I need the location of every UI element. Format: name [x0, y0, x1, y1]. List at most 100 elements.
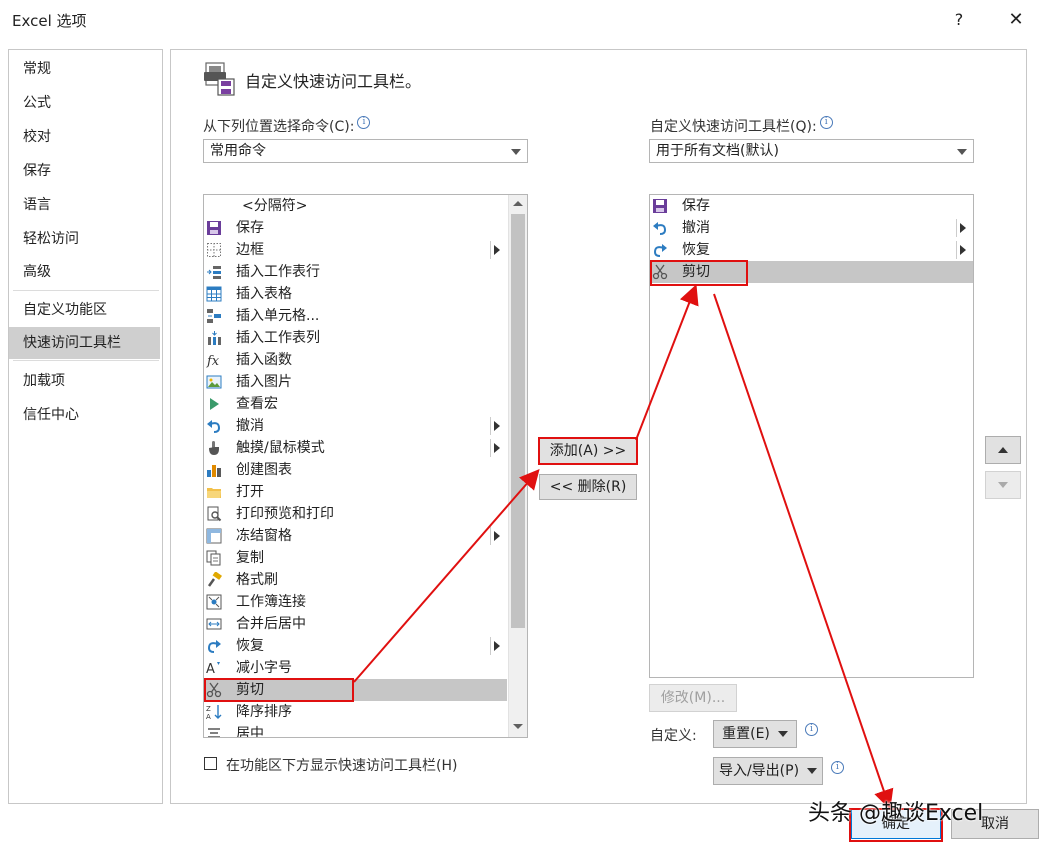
list-item-label: 打开 — [236, 484, 264, 500]
list-item[interactable]: 工作簿连接 — [204, 591, 507, 613]
nav-item[interactable]: 轻松访问 — [9, 223, 160, 255]
scroll-up-icon[interactable] — [509, 195, 527, 212]
svg-text:A: A — [206, 713, 211, 720]
list-item[interactable]: 撤消 — [650, 217, 973, 239]
svg-text:A: A — [206, 662, 215, 676]
list-item-label: 保存 — [682, 198, 710, 214]
nav-item[interactable]: 快速访问工具栏 — [9, 327, 160, 359]
triangle-down-icon — [998, 482, 1008, 488]
list-item-label: 撤消 — [236, 418, 264, 434]
svg-text:fx: fx — [206, 354, 220, 368]
border-icon — [206, 242, 222, 258]
chevron-down-icon — [807, 768, 818, 774]
folder-icon — [206, 484, 222, 500]
list-item[interactable]: 触摸/鼠标模式 — [204, 437, 507, 459]
list-item[interactable]: 恢复 — [204, 635, 507, 657]
remove-button[interactable]: << 删除(R) — [539, 474, 637, 500]
undo-icon — [652, 220, 668, 236]
toolbar-scope-combo[interactable]: 用于所有文档(默认) — [649, 139, 974, 163]
info-icon: i — [802, 723, 818, 739]
scroll-down-icon[interactable] — [509, 718, 527, 735]
window-title: Excel 选项 — [12, 12, 87, 30]
close-button[interactable]: ✕ — [1004, 8, 1028, 32]
function-icon: fx — [206, 352, 222, 369]
add-button[interactable]: 添加(A) >> — [539, 438, 637, 464]
list-item-label: 边框 — [236, 242, 264, 258]
available-commands-list[interactable]: <分隔符> 保存边框插入工作表行插入表格 插入单元格... 插入工作表列 fx 插入函数插… — [203, 194, 528, 738]
list-item[interactable]: 插入工作表行 — [204, 261, 507, 283]
copy-icon — [206, 550, 222, 566]
nav-item[interactable]: 语言 — [9, 189, 160, 221]
left-list-scrollbar[interactable] — [508, 195, 527, 737]
list-item[interactable]: 创建图表 — [204, 459, 507, 481]
list-item-label: 撤消 — [682, 220, 710, 236]
nav-item[interactable]: 加载项 — [9, 365, 160, 397]
macro-icon — [206, 396, 222, 412]
list-item[interactable]: 查看宏 — [204, 393, 507, 415]
format-painter-icon — [206, 571, 222, 588]
list-item[interactable]: Z A 降序排序 — [204, 701, 507, 723]
list-item[interactable]: <分隔符> — [204, 195, 507, 217]
list-item[interactable]: 保存 — [650, 195, 973, 217]
list-item[interactable]: 恢复 — [650, 239, 973, 261]
chevron-down-icon — [957, 149, 967, 155]
list-item[interactable]: 插入表格 — [204, 283, 507, 305]
list-item-label: 工作簿连接 — [236, 594, 306, 610]
sort-desc-icon: ZA — [206, 704, 222, 721]
list-item[interactable]: 剪切 — [650, 261, 973, 283]
scroll-thumb[interactable] — [511, 214, 525, 628]
list-item[interactable]: fx 插入函数 — [204, 349, 507, 371]
list-item[interactable]: 剪切 — [204, 679, 507, 701]
move-up-button[interactable] — [985, 436, 1021, 464]
chevron-down-icon — [511, 149, 521, 155]
list-item[interactable]: A 减小字号 — [204, 657, 507, 679]
touch-icon — [206, 440, 222, 456]
nav-item[interactable]: 信任中心 — [9, 399, 160, 431]
font-decrease-icon: A — [206, 660, 222, 677]
nav-item[interactable]: 保存 — [9, 155, 160, 187]
chart-icon — [206, 462, 222, 478]
nav-item[interactable]: 校对 — [9, 121, 160, 153]
list-item[interactable]: 打印预览和打印 — [204, 503, 507, 525]
connection-icon — [206, 594, 222, 610]
scissors-icon — [206, 682, 222, 698]
table-icon — [206, 286, 222, 302]
list-item[interactable]: 插入工作表列 — [204, 327, 507, 349]
list-item[interactable]: 插入单元格... — [204, 305, 507, 327]
toolbar-commands-list[interactable]: 保存撤消恢复剪切 — [649, 194, 974, 678]
chevron-right-icon — [494, 421, 500, 431]
svg-text:Z: Z — [206, 705, 211, 713]
list-item-label: 恢复 — [682, 242, 710, 258]
choose-commands-label: 从下列位置选择命令(C): i — [203, 116, 371, 136]
list-item[interactable]: 冻结窗格 — [204, 525, 507, 547]
nav-item[interactable]: 常规 — [9, 53, 160, 85]
merge-icon — [206, 616, 222, 632]
chevron-right-icon — [960, 223, 966, 233]
list-item-label: 插入工作表行 — [236, 264, 320, 280]
list-item[interactable]: 撤消 — [204, 415, 507, 437]
list-item[interactable]: 边框 — [204, 239, 507, 261]
chevron-down-icon — [777, 731, 788, 737]
list-item[interactable]: 合并后居中 — [204, 613, 507, 635]
insert-cell-icon — [206, 308, 222, 324]
nav-item[interactable]: 公式 — [9, 87, 160, 119]
list-item[interactable]: 打开 — [204, 481, 507, 503]
print-preview-icon — [206, 506, 222, 522]
list-item[interactable]: 保存 — [204, 217, 507, 239]
move-down-button[interactable] — [985, 471, 1021, 499]
help-button[interactable]: ? — [948, 8, 970, 32]
import-export-button[interactable]: 导入/导出(P) — [713, 757, 823, 785]
nav-item[interactable]: 高级 — [9, 256, 160, 288]
list-item[interactable]: 居中 — [204, 723, 507, 737]
list-item[interactable]: 复制 — [204, 547, 507, 569]
choose-commands-combo[interactable]: 常用命令 — [203, 139, 528, 163]
options-nav: 常规 公式 校对 保存 语言 轻松访问 高级自定义功能区 快速访问工具栏 加载项 信任中心 — [8, 49, 163, 804]
list-item[interactable]: 格式刷 — [204, 569, 507, 591]
modify-button[interactable]: 修改(M)... — [649, 684, 737, 712]
reset-button[interactable]: 重置(E) — [713, 720, 797, 748]
show-below-ribbon-checkbox[interactable] — [204, 757, 217, 770]
list-item-label: 插入图片 — [236, 374, 292, 390]
list-item[interactable]: 插入图片 — [204, 371, 507, 393]
watermark: 头条 @趣谈Excel — [808, 801, 984, 826]
nav-item[interactable]: 自定义功能区 — [9, 294, 160, 326]
